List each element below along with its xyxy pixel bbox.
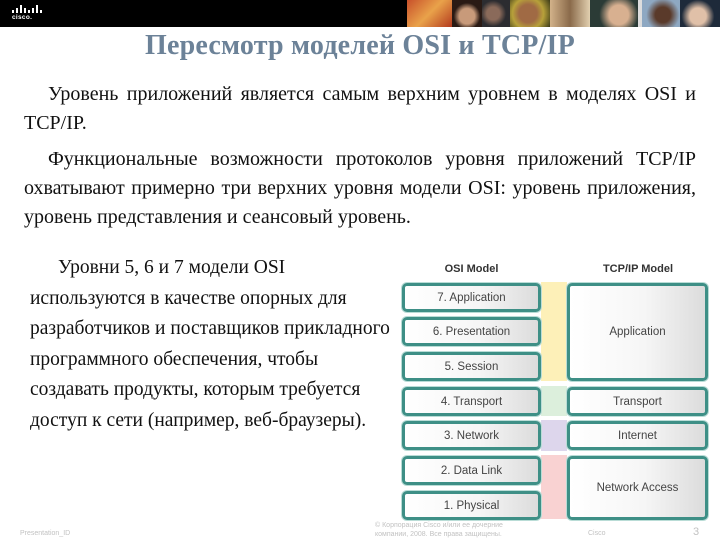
tcpip-model-header: TCP/IP Model	[602, 263, 674, 275]
side-note-text: Уровни 5, 6 и 7 модели OSI используются …	[30, 257, 390, 431]
footer-cisco-label: Cisco	[588, 530, 606, 537]
transport-band	[541, 386, 567, 416]
tcpip-transport: Transport	[567, 387, 708, 416]
top-banner: cisco.	[0, 0, 720, 27]
osi-layer-4: 4. Transport	[402, 387, 541, 416]
slide-title: Пересмотр моделей OSI и TCP/IP	[145, 30, 575, 61]
side-note: Уровни 5, 6 и 7 модели OSI используются …	[30, 253, 400, 436]
cisco-bars-icon	[12, 5, 42, 13]
osi-model-header: OSI Model	[444, 263, 499, 275]
osi-layer-5: 5. Session	[402, 352, 541, 381]
tcpip-application: Application	[567, 283, 708, 381]
osi-layer-1: 1. Physical	[402, 491, 541, 520]
photo-tile	[482, 0, 510, 27]
cisco-logo: cisco.	[10, 4, 44, 24]
tcpip-network-access: Network Access	[567, 456, 708, 520]
paragraph-intro: Уровень приложений является самым верхни…	[24, 80, 696, 138]
internet-band	[541, 420, 567, 451]
photo-tile	[642, 0, 680, 27]
network-access-band	[541, 455, 567, 519]
page-number: 3	[693, 526, 700, 538]
osi-tcpip-diagram: OSI Model TCP/IP Model 7. Application 6.…	[395, 258, 720, 528]
cisco-wordmark: cisco.	[12, 14, 33, 21]
paragraph-intro-text: Уровень приложений является самым верхни…	[24, 83, 696, 134]
paragraph-functions-text: Функциональные возможности протоколов ур…	[24, 148, 696, 228]
paragraph-functions: Функциональные возможности протоколов ур…	[24, 145, 696, 232]
photo-tile	[510, 0, 550, 27]
photo-tile	[452, 0, 482, 27]
photo-tile	[407, 0, 452, 27]
footer-copyright: © Корпорация Cisco и/или ее дочерние ком…	[375, 522, 503, 538]
application-band	[541, 282, 567, 381]
photo-tile	[590, 0, 638, 27]
osi-layer-3: 3. Network	[402, 421, 541, 450]
osi-layer-7: 7. Application	[402, 283, 541, 312]
osi-layer-2: 2. Data Link	[402, 456, 541, 485]
photo-tile	[550, 0, 590, 27]
osi-layer-6: 6. Presentation	[402, 317, 541, 346]
tcpip-internet: Internet	[567, 421, 708, 450]
photo-tile	[680, 0, 720, 27]
banner-photos	[407, 0, 720, 27]
footer-presentation-id: Presentation_ID	[20, 530, 71, 537]
